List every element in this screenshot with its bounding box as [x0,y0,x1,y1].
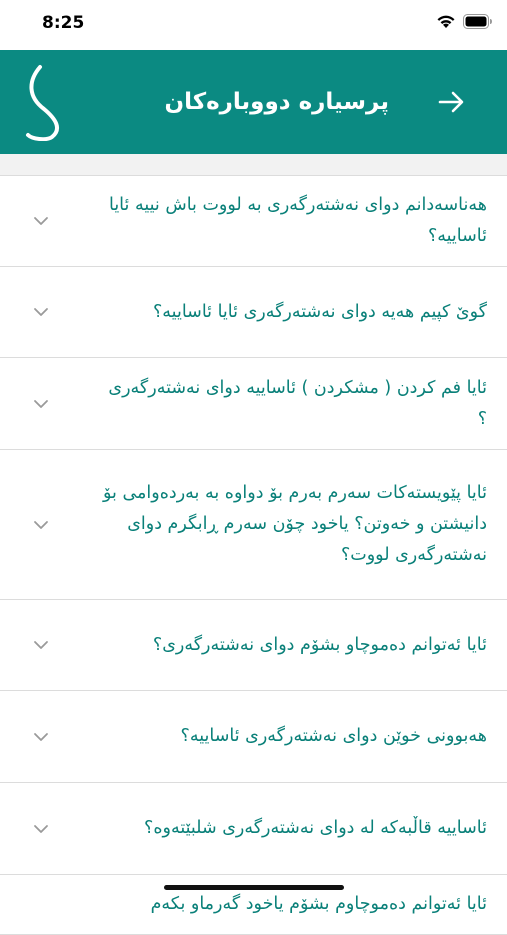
chevron-down-icon[interactable] [33,823,49,835]
faq-item[interactable]: گوێ کپیم هەیە دوای نەشتەرگەری ئایا ئاسای… [0,267,507,358]
faq-question: هەبوونی خوێن دوای نەشتەرگەری ئاساییە؟ [180,726,487,746]
faq-question: ئایا پێویستەکات سەرم بەرم بۆ دواوە بە بە… [103,483,487,565]
chevron-down-icon[interactable] [33,639,49,651]
faq-item[interactable]: ئاساییە قاڵبەکە لە دوای نەشتەرگەری شلبێت… [0,783,507,875]
app-header: پرسیارە دووبارەکان [0,50,507,154]
status-time: 8:25 [42,13,85,33]
page-title: پرسیارە دووبارەکان [164,89,389,115]
faq-question: هەناسەدانم دوای نەشتەرگەری بە لووت باش ن… [108,195,487,246]
faq-item[interactable]: ئایا پێویستەکات سەرم بەرم بۆ دواوە بە بە… [0,450,507,600]
faq-question: گوێ کپیم هەیە دوای نەشتەرگەری ئایا ئاسای… [153,301,487,322]
faq-item[interactable]: ئایا ئەتوانم دەموچاو بشۆم دوای نەشتەرگەر… [0,600,507,691]
faq-question: ئایا ئەتوانم دەموچاوم بشۆم یاخود گەرماو … [150,894,487,914]
chevron-down-icon[interactable] [33,215,49,227]
faq-item[interactable]: ئایا ئەتوانم دەموچاوم بشۆم یاخود گەرماو … [0,875,507,935]
chevron-down-icon[interactable] [33,398,49,410]
arrow-right-icon[interactable] [435,86,467,118]
chevron-down-icon[interactable] [33,731,49,743]
battery-icon [463,14,492,29]
wifi-icon [437,15,455,28]
faq-item[interactable]: هەناسەدانم دوای نەشتەرگەری بە لووت باش ن… [0,176,507,267]
faq-question: ئایا ئەتوانم دەموچاو بشۆم دوای نەشتەرگەر… [152,634,487,655]
status-icons [436,14,493,29]
faq-question: ئایا فم کردن ( مشکردن ) ئاساییە دوای نەش… [108,377,487,429]
faq-item[interactable]: ئایا فم کردن ( مشکردن ) ئاساییە دوای نەش… [0,358,507,450]
chevron-down-icon[interactable] [33,306,49,318]
faq-list: هەناسەدانم دوای نەشتەرگەری بە لووت باش ن… [0,175,507,935]
app-logo-curve-icon [26,65,60,141]
home-indicator [164,885,344,890]
status-bar: 8:25 [0,0,507,50]
chevron-down-icon[interactable] [33,519,49,531]
faq-question: ئاساییە قاڵبەکە لە دوای نەشتەرگەری شلبێت… [144,818,487,838]
faq-item[interactable]: هەبوونی خوێن دوای نەشتەرگەری ئاساییە؟ [0,691,507,783]
